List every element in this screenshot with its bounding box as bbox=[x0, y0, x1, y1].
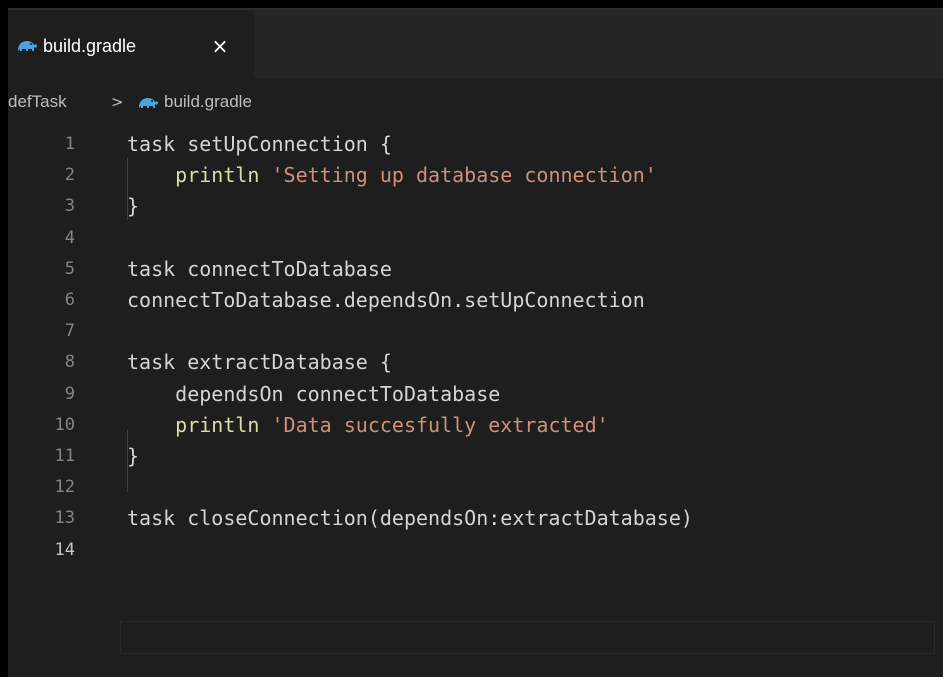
line-number: 8 bbox=[64, 352, 75, 373]
code-line[interactable]: 12 bbox=[0, 472, 935, 503]
gradle-elephant-icon bbox=[139, 98, 158, 108]
code-text: task connectToDatabase bbox=[127, 256, 392, 281]
line-number: 6 bbox=[64, 290, 75, 310]
close-icon[interactable]: × bbox=[209, 35, 231, 57]
breadcrumb-folder[interactable]: defTask bbox=[8, 92, 67, 112]
line-number: 4 bbox=[64, 227, 75, 248]
code-line[interactable]: 14 bbox=[0, 535, 935, 566]
code-line[interactable]: 11} bbox=[0, 441, 935, 472]
code-text: task setUpConnection { bbox=[127, 132, 392, 156]
code-text: task closeConnection(dependsOn:extractDa… bbox=[127, 506, 693, 531]
code-text: } bbox=[127, 194, 140, 219]
string-token: 'Data succesfully extracted' bbox=[271, 412, 609, 437]
line-number: 7 bbox=[64, 321, 75, 342]
line-number: 3 bbox=[64, 196, 75, 217]
code-text: println 'Data succesfully extracted' bbox=[127, 410, 609, 441]
code-line[interactable]: 8 task extractDatabase { bbox=[0, 347, 935, 378]
line-number: 13 bbox=[54, 508, 75, 529]
gradle-elephant-icon bbox=[18, 41, 37, 51]
code-line[interactable]: 6 connectToDatabase.dependsOn.setUpConnec… bbox=[0, 285, 935, 316]
code-text: task extractDatabase { bbox=[127, 350, 392, 375]
line-number: 12 bbox=[54, 477, 75, 498]
code-line[interactable]: 4 bbox=[0, 223, 935, 254]
code-text: dependsOn connectToDatabase bbox=[127, 381, 501, 406]
breadcrumb-file[interactable]: build.gradle bbox=[164, 92, 252, 112]
chevron-right-icon: > bbox=[111, 93, 124, 111]
code-text: connectToDatabase.dependsOn.setUpConnect… bbox=[127, 288, 645, 312]
code-line[interactable]: 7 bbox=[0, 316, 935, 347]
code-line[interactable]: 3} bbox=[0, 191, 935, 222]
line-number: 2 bbox=[64, 165, 75, 186]
code-line[interactable]: 1 task setUpConnection { bbox=[0, 129, 935, 160]
keyword-token: println bbox=[175, 412, 260, 437]
tab-bar: build.gradle × bbox=[8, 10, 943, 78]
line-number: 14 bbox=[54, 539, 75, 560]
code-line[interactable]: 2 println 'Setting up database connectio… bbox=[0, 160, 935, 191]
keyword-token: println bbox=[175, 163, 260, 188]
code-line[interactable]: 10 println 'Data succesfully extracted' bbox=[0, 410, 935, 441]
tab-label: build.gradle bbox=[43, 36, 137, 56]
current-line-highlight bbox=[120, 621, 935, 654]
line-number: 11 bbox=[54, 446, 75, 466]
code-text: println 'Setting up database connection' bbox=[127, 160, 657, 191]
code-line[interactable]: 5 task connectToDatabase bbox=[0, 254, 935, 285]
line-number: 5 bbox=[64, 258, 75, 279]
line-number: 9 bbox=[64, 383, 75, 404]
tab-build-gradle[interactable]: build.gradle × bbox=[8, 10, 254, 78]
line-number: 10 bbox=[54, 414, 75, 435]
code-text: } bbox=[127, 444, 140, 468]
line-number: 1 bbox=[64, 134, 75, 154]
code-line[interactable]: 13 task closeConnection(dependsOn:extract… bbox=[0, 503, 935, 534]
string-token: 'Setting up database connection' bbox=[271, 163, 657, 188]
code-line[interactable]: 9 dependsOn connectToDatabase bbox=[0, 379, 935, 410]
